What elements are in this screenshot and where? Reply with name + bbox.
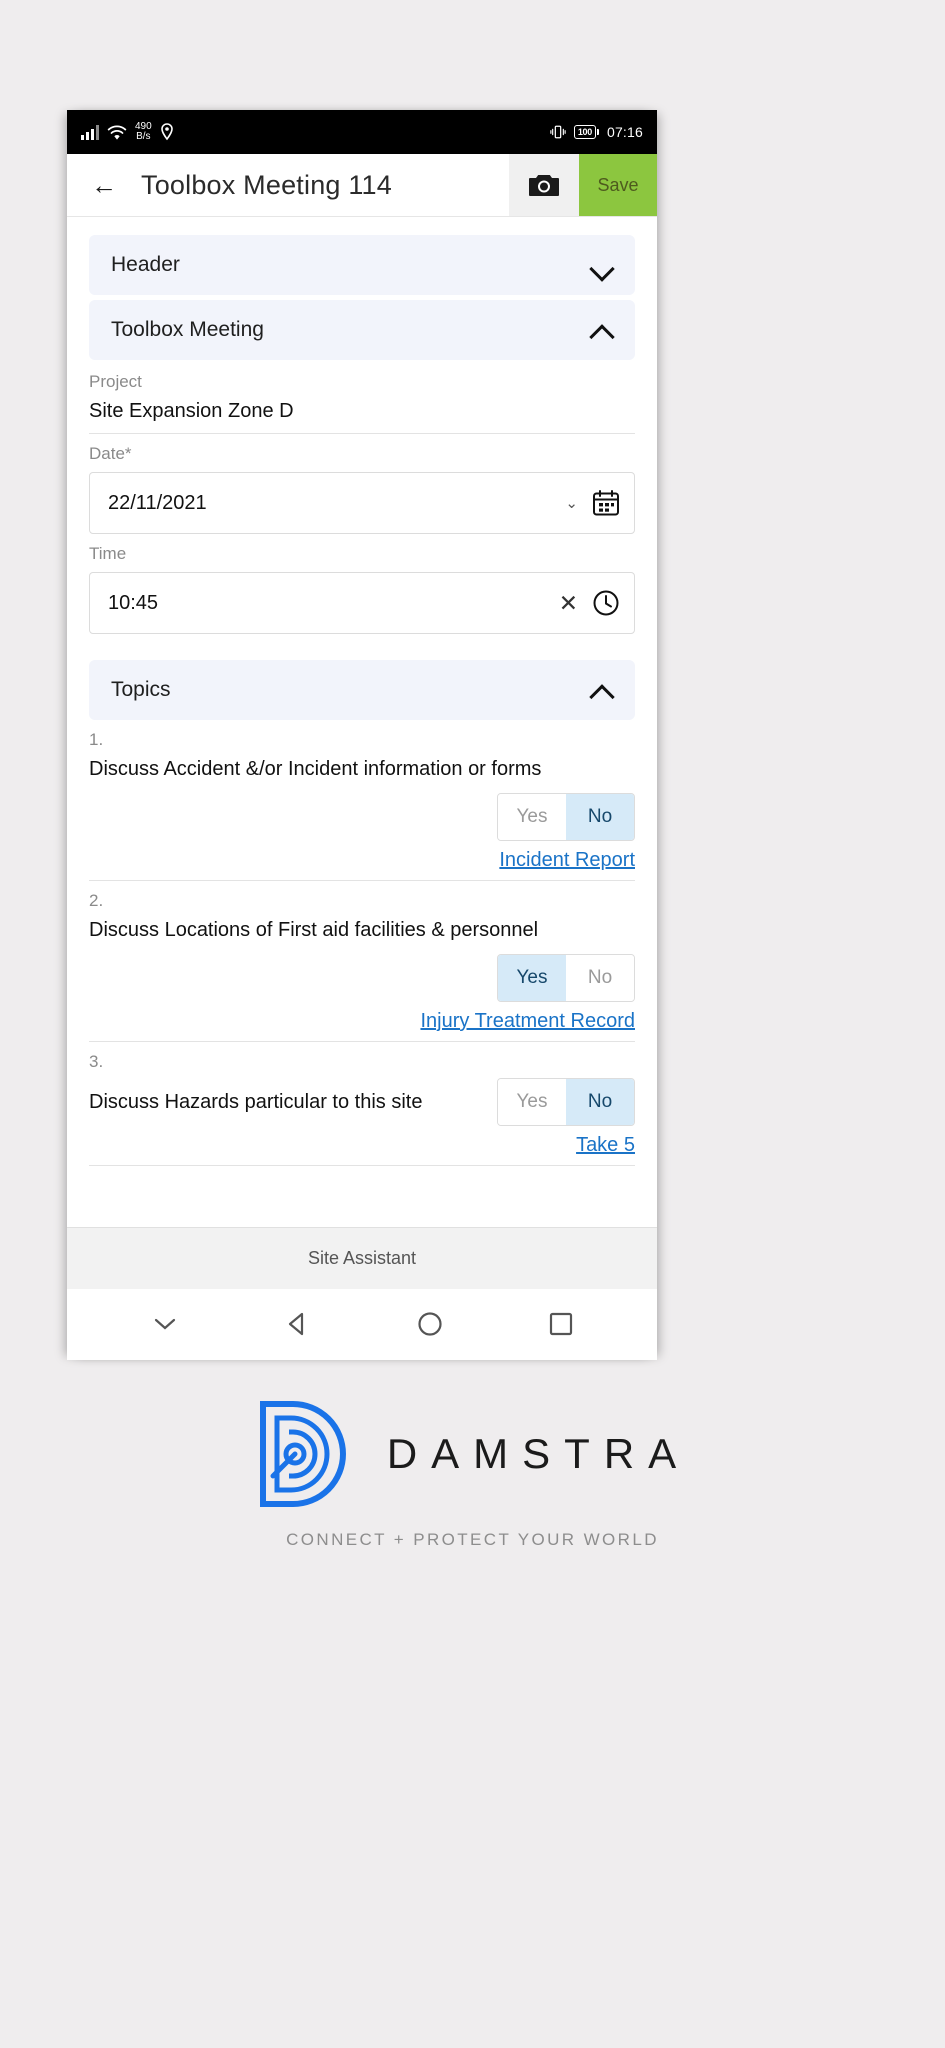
status-bar: 490 B/s 100 07:16 <box>67 110 657 154</box>
status-bar-right: 100 07:16 <box>550 124 643 140</box>
status-bar-left: 490 B/s <box>81 122 174 142</box>
section-header-label: Header <box>111 253 180 276</box>
topic-number: 2. <box>89 891 104 910</box>
date-input[interactable]: 22/11/2021 ⌄ <box>89 472 635 534</box>
date-label: Date* <box>89 444 132 463</box>
time-input[interactable]: 10:45 ✕ <box>89 572 635 634</box>
toggle-yes[interactable]: Yes <box>498 1079 566 1125</box>
topic-row: 1. Discuss Accident &/or Incident inform… <box>89 720 635 881</box>
topic-link[interactable]: Take 5 <box>576 1134 635 1157</box>
section-toolbox-meeting-accordion[interactable]: Toolbox Meeting <box>89 300 635 360</box>
section-topics-label: Topics <box>111 678 171 701</box>
topic-text: Discuss Hazards particular to this site <box>89 1090 423 1113</box>
brand-footer: DAMSTRA CONNECT + PROTECT YOUR WORLD <box>0 1400 945 1550</box>
save-button[interactable]: Save <box>579 154 657 216</box>
toggle-no[interactable]: No <box>566 955 634 1001</box>
project-label: Project <box>89 372 142 391</box>
battery-icon: 100 <box>573 125 599 139</box>
circle-home-icon[interactable] <box>417 1311 443 1337</box>
network-speed-unit: B/s <box>136 131 151 142</box>
topic-link[interactable]: Injury Treatment Record <box>420 1010 635 1033</box>
topic-link[interactable]: Incident Report <box>499 849 635 872</box>
battery-level: 100 <box>573 125 596 139</box>
screenshot-root: 490 B/s 100 07:16 ← Toolbox Meeting 114 … <box>0 0 945 2048</box>
signal-bars-icon <box>81 124 99 140</box>
time-value: 10:45 <box>108 591 159 614</box>
square-recents-icon[interactable] <box>548 1311 574 1337</box>
topic-number: 1. <box>89 730 104 749</box>
chevron-down-icon <box>591 259 613 272</box>
topic-yes-no-toggle[interactable]: Yes No <box>497 1078 635 1126</box>
toggle-no[interactable]: No <box>566 794 634 840</box>
section-toolbox-meeting-label: Toolbox Meeting <box>111 318 264 341</box>
clear-icon[interactable]: ✕ <box>559 591 578 615</box>
site-assistant-bar[interactable]: Site Assistant <box>67 1227 657 1289</box>
topic-number: 3. <box>89 1052 104 1071</box>
chevron-down-icon[interactable] <box>150 1314 180 1334</box>
toggle-yes[interactable]: Yes <box>498 955 566 1001</box>
project-field: Project Site Expansion Zone D <box>89 360 635 434</box>
wifi-icon <box>107 125 127 140</box>
section-header-accordion[interactable]: Header <box>89 235 635 295</box>
page-title: Toolbox Meeting 114 <box>141 169 392 200</box>
brand-name: DAMSTRA <box>386 1430 691 1477</box>
triangle-back-icon[interactable] <box>285 1311 311 1337</box>
topic-yes-no-toggle[interactable]: Yes No <box>497 954 635 1002</box>
topic-row: 3. Discuss Hazards particular to this si… <box>89 1042 635 1166</box>
damstra-logo-icon <box>259 1401 346 1507</box>
topic-row: 2. Discuss Locations of First aid facili… <box>89 881 635 1042</box>
android-nav-bar <box>67 1289 657 1359</box>
topic-text: Discuss Accident &/or Incident informati… <box>89 758 542 780</box>
clock-icon[interactable] <box>592 589 620 617</box>
time-label: Time <box>89 544 127 563</box>
phone-frame: 490 B/s 100 07:16 ← Toolbox Meeting 114 … <box>67 110 657 1360</box>
chevron-up-icon <box>591 684 613 697</box>
toggle-no[interactable]: No <box>566 1079 634 1125</box>
topic-text: Discuss Locations of First aid facilitie… <box>89 919 539 941</box>
camera-icon <box>529 175 559 196</box>
time-field: Time 10:45 ✕ <box>89 534 635 634</box>
location-pin-icon <box>160 123 173 141</box>
brand-tagline: CONNECT + PROTECT YOUR WORLD <box>286 1530 659 1549</box>
date-field: Date* 22/11/2021 ⌄ <box>89 434 635 534</box>
status-bar-clock: 07:16 <box>606 124 643 140</box>
network-speed: 490 B/s <box>135 122 152 142</box>
chevron-up-icon <box>591 324 613 337</box>
form-content: Header Toolbox Meeting Project Site Expa… <box>67 217 657 1227</box>
back-arrow-icon[interactable]: ← <box>67 154 141 216</box>
calendar-icon[interactable] <box>592 489 620 517</box>
chevron-down-icon[interactable]: ⌄ <box>565 494 578 512</box>
app-bar: ← Toolbox Meeting 114 Save <box>67 154 657 217</box>
date-value: 22/11/2021 <box>108 491 207 514</box>
vibrate-icon <box>550 125 566 139</box>
topic-yes-no-toggle[interactable]: Yes No <box>497 793 635 841</box>
project-value: Site Expansion Zone D <box>89 400 294 422</box>
camera-button[interactable] <box>509 154 579 216</box>
toggle-yes[interactable]: Yes <box>498 794 566 840</box>
section-topics-accordion[interactable]: Topics <box>89 660 635 720</box>
